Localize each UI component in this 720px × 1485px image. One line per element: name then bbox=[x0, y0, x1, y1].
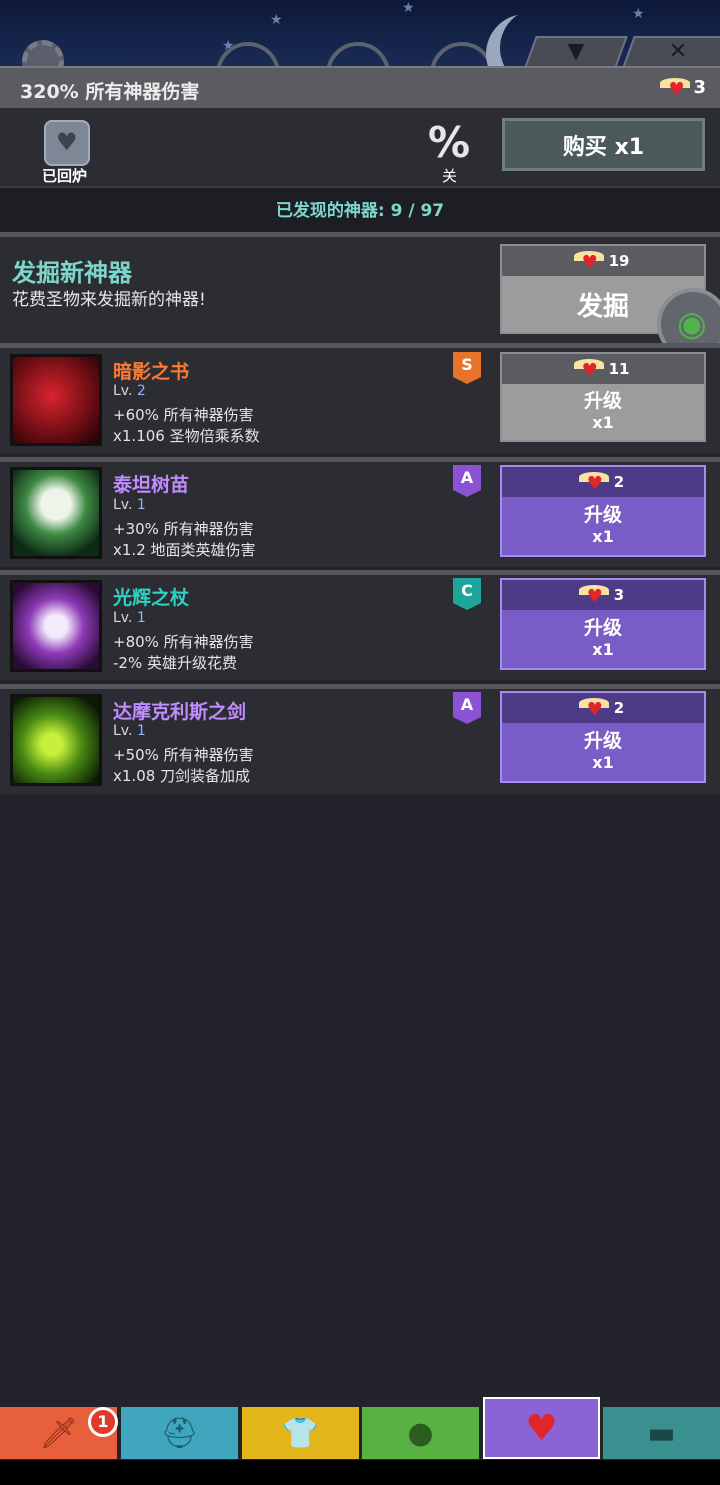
close-icon: ✕ bbox=[668, 39, 688, 64]
artifact-effect-1: +30% 所有神器伤害 bbox=[113, 520, 254, 538]
damocles-sword-icon bbox=[10, 694, 102, 786]
upgrade-cost: ♥ 2 bbox=[502, 467, 704, 497]
artifact-effect-2: x1.08 刀剑装备加成 bbox=[113, 767, 251, 785]
chevron-down-icon: ▼ bbox=[567, 39, 585, 64]
star-icon: ★ bbox=[402, 0, 415, 16]
settings-gear-icon[interactable] bbox=[22, 40, 64, 66]
artifact-name: 光辉之杖 bbox=[113, 587, 190, 609]
artifact-name: 达摩克利斯之剑 bbox=[113, 701, 247, 723]
percent-toggle-label: 关 bbox=[442, 167, 458, 185]
artifact-name: 泰坦树苗 bbox=[113, 474, 190, 496]
relic-heart-icon: ♥ bbox=[578, 472, 609, 493]
artifact-effect-2: -2% 英雄升级花费 bbox=[113, 654, 237, 672]
artifact-name: 暗影之书 bbox=[113, 361, 190, 383]
artifact-effect-2: x1.2 地面类英雄伤害 bbox=[113, 541, 256, 559]
heart-artifact-icon: ♥ bbox=[525, 1407, 558, 1449]
total-bonus-text: 320% 所有神器伤害 bbox=[20, 81, 200, 103]
bottom-tab-bar: 🗡 1 ⛑ 👕 ● ♥ ▬ bbox=[0, 1397, 720, 1460]
star-icon: ★ bbox=[270, 12, 283, 28]
upgrade-button[interactable]: ♥ 2 升级 x1 bbox=[500, 465, 706, 557]
tab-pets[interactable]: ● bbox=[362, 1407, 479, 1459]
relic-heart-icon: ♥ bbox=[573, 359, 604, 380]
notification-badge: 1 bbox=[88, 1407, 118, 1437]
relic-heart-icon: ♥ bbox=[660, 77, 691, 98]
artifact-level: Lv. 2 bbox=[113, 383, 146, 399]
upgrade-button[interactable]: ♥ 2 升级 x1 bbox=[500, 691, 706, 783]
night-sky-banner: ★ ★ ★ ★ ▼ ✕ bbox=[0, 0, 720, 66]
system-nav-bar bbox=[0, 1460, 720, 1485]
discover-cost-value: 19 bbox=[608, 252, 630, 270]
sword-icon: 🗡 bbox=[39, 1415, 78, 1451]
artifact-level: Lv. 1 bbox=[113, 497, 146, 513]
hero-orb-icon[interactable] bbox=[430, 42, 494, 66]
artifact-effect-1: +60% 所有神器伤害 bbox=[113, 406, 254, 424]
shadow-book-icon bbox=[10, 354, 102, 446]
upgrade-button-label: 升级 x1 bbox=[502, 610, 704, 668]
artifact-level: Lv. 1 bbox=[113, 610, 146, 626]
buy-button[interactable]: 购买 x1 bbox=[502, 118, 705, 171]
relic-counter: ♥ 3 bbox=[660, 77, 706, 98]
artifact-level: Lv. 1 bbox=[113, 723, 146, 739]
shop-icon: ▬ bbox=[647, 1415, 676, 1451]
pet-icon: ● bbox=[407, 1415, 434, 1451]
upgrade-button-label: 升级 x1 bbox=[502, 384, 704, 440]
tab-artifacts[interactable]: ♥ bbox=[483, 1397, 600, 1459]
tab-shop[interactable]: ▬ bbox=[603, 1407, 720, 1459]
upgrade-button-label: 升级 x1 bbox=[502, 497, 704, 555]
relic-count: 3 bbox=[693, 77, 706, 98]
artifact-effect-1: +50% 所有神器伤害 bbox=[113, 746, 254, 764]
discover-cost: ♥ 19 bbox=[502, 246, 704, 276]
collapse-button[interactable]: ▼ bbox=[524, 36, 628, 66]
titan-sapling-icon bbox=[10, 467, 102, 559]
artifact-effect-2: x1.106 圣物倍乘系数 bbox=[113, 427, 260, 445]
artifact-bonus-header: 320% 所有神器伤害 ♥ 3 bbox=[0, 66, 720, 108]
percent-toggle[interactable]: % bbox=[428, 118, 470, 167]
hero-orb-icon[interactable] bbox=[326, 42, 390, 66]
upgrade-cost: ♥ 2 bbox=[502, 693, 704, 723]
discovered-count: 已发现的神器: 9 / 97 bbox=[0, 186, 720, 232]
discover-title: 发掘新神器 bbox=[12, 259, 132, 287]
star-icon: ★ bbox=[632, 6, 645, 22]
helmet-icon: ⛑ bbox=[160, 1415, 199, 1451]
tab-sword[interactable]: 🗡 1 bbox=[0, 1407, 118, 1459]
upgrade-cost: ♥ 11 bbox=[502, 354, 704, 384]
close-button[interactable]: ✕ bbox=[622, 36, 720, 66]
relic-heart-icon: ♥ bbox=[573, 251, 604, 272]
upgrade-button[interactable]: ♥ 11 升级 x1 bbox=[500, 352, 706, 442]
upgrade-button-label: 升级 x1 bbox=[502, 723, 704, 781]
upgrade-cost: ♥ 3 bbox=[502, 580, 704, 610]
furnace-icon[interactable] bbox=[44, 120, 90, 166]
relic-heart-icon: ♥ bbox=[578, 698, 609, 719]
shirt-icon: 👕 bbox=[281, 1415, 320, 1451]
discover-subtitle: 花费圣物来发掘新的神器! bbox=[12, 290, 206, 310]
artifacts-screen: ★ ★ ★ ★ ▼ ✕ 320% 所有神器伤害 ♥ 3 已回炉 % 关 购买 x… bbox=[0, 0, 720, 1485]
furnace-label: 已回炉 bbox=[42, 167, 88, 185]
tab-heroes[interactable]: ⛑ bbox=[121, 1407, 238, 1459]
radiant-staff-icon bbox=[10, 580, 102, 672]
artifact-effect-1: +80% 所有神器伤害 bbox=[113, 633, 254, 651]
tab-equipment[interactable]: 👕 bbox=[242, 1407, 359, 1459]
relic-heart-icon: ♥ bbox=[578, 585, 609, 606]
upgrade-button[interactable]: ♥ 3 升级 x1 bbox=[500, 578, 706, 670]
